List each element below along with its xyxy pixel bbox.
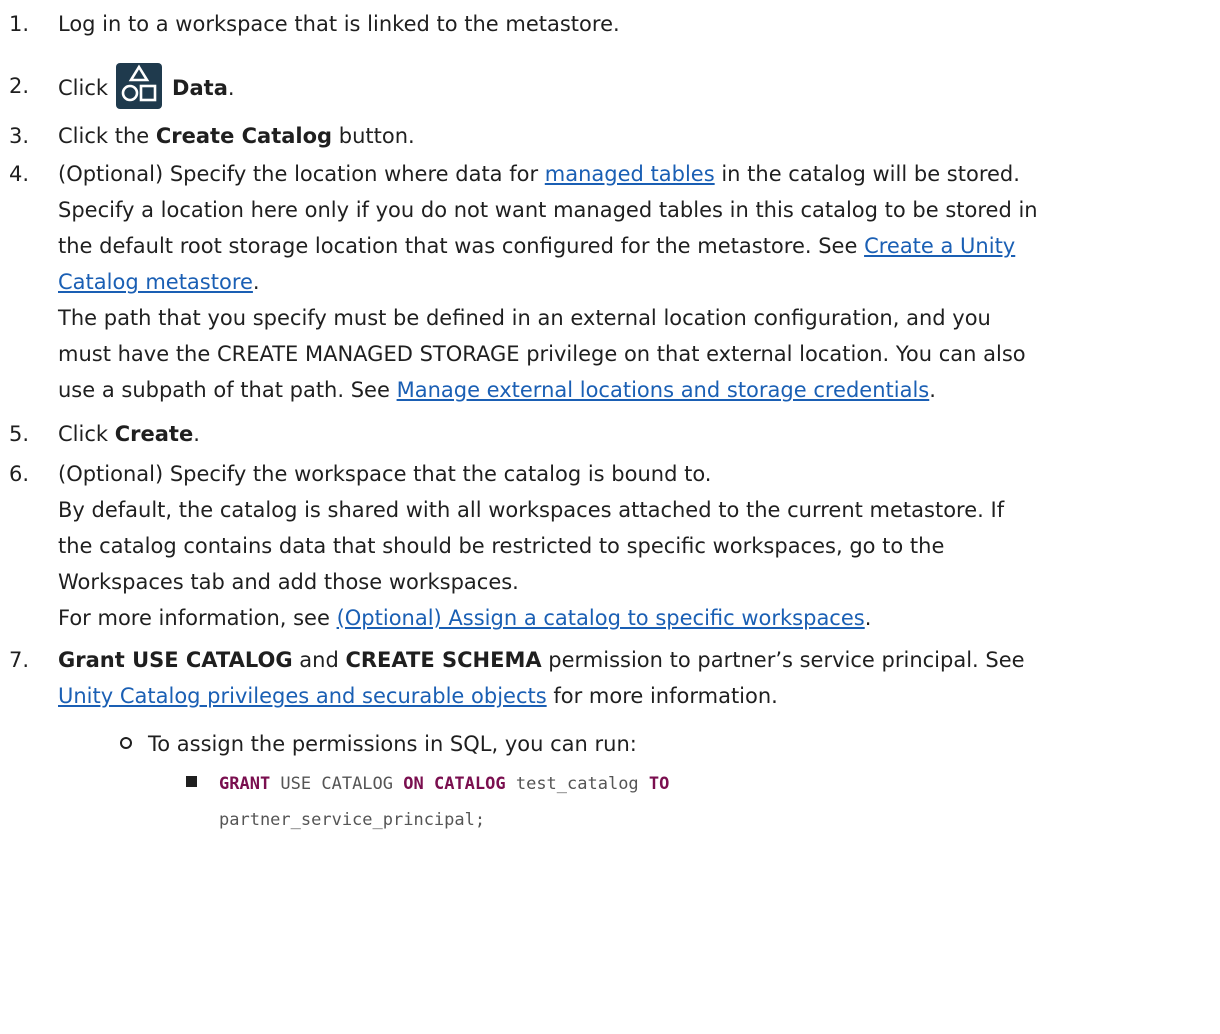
step-number: 6. [9, 462, 30, 486]
link-manage-external-locations[interactable]: Manage external locations and storage cr… [397, 378, 930, 402]
circle-bullet-icon [120, 737, 132, 749]
square-bullet-icon [186, 776, 197, 787]
code-bullet: GRANT USE CATALOG ON CATALOG test_catalo… [186, 766, 669, 838]
create-label: Create [114, 422, 194, 446]
sub-bullet: To assign the permissions in SQL, you ca… [120, 726, 637, 762]
data-icon [116, 63, 163, 109]
step-text: Click [58, 76, 109, 100]
step-number: 7. [9, 648, 30, 672]
step-text: Log in to a workspace that is linked to … [58, 12, 620, 36]
step-text: Click the [58, 124, 156, 148]
step-number: 2. [9, 74, 30, 98]
link-assign-catalog[interactable]: (Optional) Assign a catalog to specific … [337, 606, 865, 630]
data-label: Data [172, 76, 228, 100]
step-number: 5. [9, 422, 30, 446]
document: 1. Log in to a workspace that is linked … [0, 0, 1220, 1034]
create-catalog-label: Create Catalog [155, 124, 333, 148]
link-create-metastore[interactable]: Create a Unity [864, 234, 1015, 258]
step-number: 1. [9, 12, 30, 36]
link-managed-tables[interactable]: managed tables [545, 162, 715, 186]
step-number: 4. [9, 162, 30, 186]
step-number: 3. [9, 124, 30, 148]
link-privileges[interactable]: Unity Catalog privileges and securable o… [58, 684, 547, 708]
link-create-metastore-cont[interactable]: Catalog metastore [58, 270, 253, 294]
